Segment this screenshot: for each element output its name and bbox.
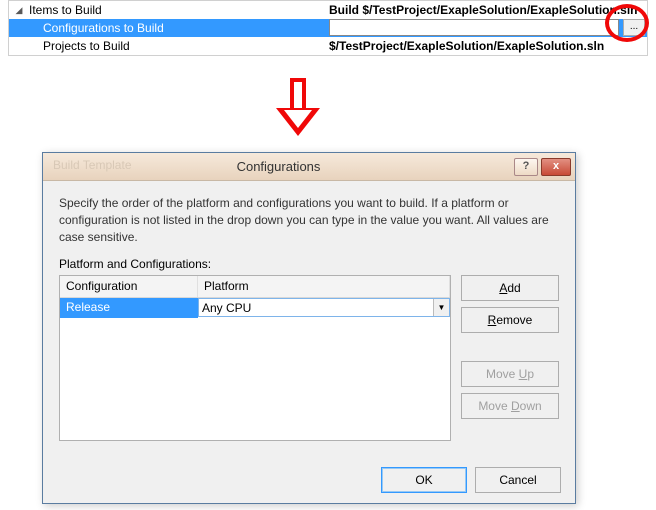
annotation-arrow-icon — [278, 78, 318, 138]
move-up-button: Move Up — [461, 361, 559, 387]
value-configurations-to-build — [329, 19, 647, 37]
column-header-configuration[interactable]: Configuration — [60, 276, 198, 297]
configurations-dialog: Build Template Configurations ? x Specif… — [42, 152, 576, 504]
cancel-button[interactable]: Cancel — [475, 467, 561, 493]
tree-label: Configurations to Build — [39, 21, 164, 35]
configurations-grid[interactable]: Configuration Platform Release ▼ — [59, 275, 451, 441]
value-items-to-build: Build $/TestProject/ExapleSolution/Exapl… — [329, 1, 647, 19]
add-button[interactable]: Add — [461, 275, 559, 301]
browse-ellipsis-button[interactable]: ... — [623, 19, 645, 36]
dialog-titlebar: Build Template Configurations ? x — [43, 153, 575, 181]
move-down-button: Move Down — [461, 393, 559, 419]
grid-row[interactable]: Release ▼ — [60, 298, 450, 318]
list-label: Platform and Configurations: — [59, 257, 559, 271]
dialog-description: Specify the order of the platform and co… — [59, 195, 559, 245]
help-button[interactable]: ? — [514, 158, 538, 176]
tree-label: Items to Build — [25, 3, 102, 17]
column-header-platform[interactable]: Platform — [198, 276, 450, 297]
expand-collapse-icon[interactable]: ◢ — [13, 4, 25, 16]
grid-header: Configuration Platform — [60, 276, 450, 298]
close-button[interactable]: x — [541, 158, 571, 176]
tree-label: Projects to Build — [39, 39, 130, 53]
remove-button[interactable]: Remove — [461, 307, 559, 333]
tree-values-column: Build $/TestProject/ExapleSolution/Exapl… — [329, 1, 647, 55]
platform-combo-input[interactable] — [198, 298, 450, 317]
cell-configuration[interactable]: Release — [60, 298, 198, 318]
cell-platform[interactable]: ▼ — [198, 298, 450, 318]
configurations-input[interactable] — [329, 19, 619, 36]
titlebar-ghost-text: Build Template — [53, 158, 132, 172]
chevron-down-icon[interactable]: ▼ — [433, 299, 449, 316]
build-process-tree: ◢ Items to Build Configurations to Build… — [8, 0, 648, 56]
ok-button[interactable]: OK — [381, 467, 467, 493]
value-projects-to-build: $/TestProject/ExapleSolution/ExapleSolut… — [329, 37, 647, 55]
